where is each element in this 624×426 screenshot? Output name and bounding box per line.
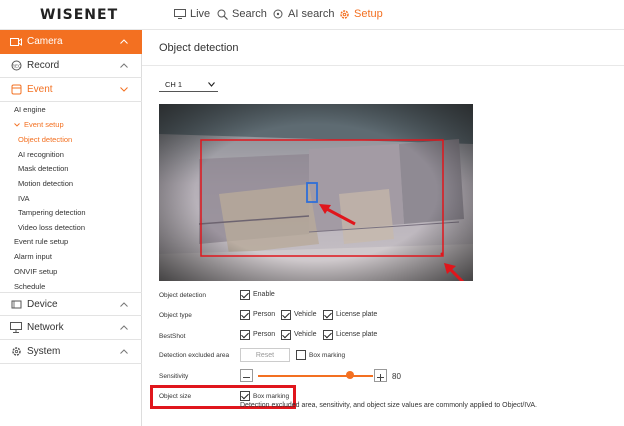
sidebar-section-camera-label: Camera (27, 36, 63, 47)
sensitivity-value: 80 (392, 372, 401, 381)
event-icon (10, 84, 22, 96)
sidebar-item-onvif-setup[interactable]: ONVIF setup (14, 267, 57, 276)
bestshot-vehicle-checkbox[interactable] (281, 330, 291, 340)
sidebar-item-ai-engine[interactable]: AI engine (14, 105, 46, 114)
sidebar-item-tampering-detection[interactable]: Tampering detection (18, 208, 86, 217)
sidebar-item-schedule[interactable]: Schedule (14, 282, 45, 291)
nav-search[interactable]: Search (217, 8, 267, 20)
gear-icon (340, 9, 349, 19)
svg-text:REC: REC (11, 63, 21, 68)
page-title: Object detection (159, 42, 239, 54)
bestshot-person-label: Person (253, 331, 276, 338)
object-type-vehicle-checkbox[interactable] (281, 310, 291, 320)
info-note: Detection excluded area, sensitivity, an… (240, 402, 538, 409)
sidebar-item-ai-recognition[interactable]: AI recognition (18, 150, 64, 159)
plus-icon (377, 374, 384, 381)
sidebar-section-network-label: Network (27, 322, 64, 333)
sidebar-item-object-detection[interactable]: Object detection (18, 135, 72, 144)
sidebar-section-device-label: Device (27, 298, 58, 310)
nav-setup-label: Setup (354, 8, 383, 20)
chevron-down-icon (208, 82, 215, 87)
sensitivity-slider-track[interactable] (258, 375, 373, 377)
nav-ai-search-label: AI search (288, 8, 335, 20)
bestshot-license-plate-checkbox[interactable] (323, 330, 333, 340)
sidebar-item-alarm-input[interactable]: Alarm input (14, 252, 52, 261)
sensitivity-label: Sensitivity (159, 373, 189, 380)
object-type-vehicle-label: Vehicle (294, 311, 317, 318)
minus-icon (243, 377, 250, 378)
sensitivity-decrease-button[interactable] (240, 369, 253, 382)
sidebar-item-event-setup-label: Event setup (24, 120, 64, 129)
sensitivity-increase-button[interactable] (374, 369, 387, 382)
video-preview[interactable] (159, 104, 473, 281)
chevron-up-icon (120, 301, 128, 307)
chevron-down-icon (120, 87, 128, 92)
top-bar: WISENET Live Search AI search Setup (0, 0, 624, 30)
search-icon (217, 9, 228, 20)
chevron-up-icon (120, 39, 128, 44)
chevron-down-icon (14, 123, 20, 127)
network-icon (10, 322, 22, 334)
nav-ai-search[interactable]: AI search (273, 8, 334, 20)
sidebar-item-event-rule-setup[interactable]: Event rule setup (14, 237, 68, 246)
sidebar-section-event-label: Event (27, 84, 53, 95)
sidebar-item-motion-detection[interactable]: Motion detection (18, 179, 73, 188)
ai-search-icon (273, 9, 283, 18)
bestshot-person-checkbox[interactable] (240, 330, 250, 340)
object-type-license-plate-label: License plate (336, 311, 378, 318)
object-type-license-plate-checkbox[interactable] (323, 310, 333, 320)
object-detection-label: Object detection (159, 292, 206, 299)
sensitivity-slider-thumb[interactable] (346, 371, 354, 379)
enable-checkbox[interactable] (240, 290, 250, 300)
sidebar-item-mask-detection[interactable]: Mask detection (18, 164, 68, 173)
nav-setup[interactable]: Setup (339, 8, 383, 20)
enable-label: Enable (253, 291, 275, 298)
monitor-icon (174, 9, 186, 19)
sidebar-item-video-loss-detection[interactable]: Video loss detection (18, 223, 85, 232)
detection-excluded-area-label: Detection excluded area (159, 352, 230, 359)
title-divider (142, 65, 624, 66)
record-icon: REC (10, 60, 22, 72)
channel-select-value: CH 1 (165, 80, 183, 89)
reset-button[interactable]: Reset (240, 348, 290, 362)
sidebar-section-system[interactable]: System (0, 340, 142, 364)
sidebar-item-iva[interactable]: IVA (18, 194, 30, 203)
channel-select[interactable]: CH 1 (159, 78, 218, 92)
camera-icon (10, 36, 22, 48)
nav-live[interactable]: Live (174, 8, 210, 20)
bestshot-vehicle-label: Vehicle (294, 331, 317, 338)
chevron-up-icon (120, 325, 128, 330)
sidebar: Camera REC Record Event AI engine Event … (0, 30, 142, 426)
object-type-person-label: Person (253, 311, 276, 318)
system-icon (10, 346, 22, 358)
sidebar-section-device[interactable]: Device (0, 292, 142, 316)
sidebar-item-event-setup[interactable]: Event setup (14, 120, 64, 129)
device-icon (10, 298, 22, 310)
bestshot-license-plate-label: License plate (336, 331, 378, 338)
sidebar-section-record[interactable]: REC Record (0, 54, 142, 78)
chevron-up-icon (120, 63, 128, 68)
bestshot-label: BestShot (159, 333, 186, 340)
excluded-box-marking-label: Box marking (309, 352, 346, 359)
sidebar-section-record-label: Record (27, 60, 60, 71)
object-type-person-checkbox[interactable] (240, 310, 250, 320)
nav-live-label: Live (190, 8, 211, 20)
sidebar-section-event[interactable]: Event (0, 78, 142, 102)
camera-scene (159, 104, 473, 281)
object-type-label: Object type (159, 312, 192, 319)
sidebar-section-camera[interactable]: Camera (0, 30, 142, 54)
nav-search-label: Search (232, 8, 267, 20)
sidebar-section-system-label: System (27, 346, 61, 357)
excluded-box-marking-checkbox[interactable] (296, 350, 306, 360)
chevron-up-icon (120, 349, 128, 354)
wisenet-logo: WISENET (40, 7, 119, 23)
sidebar-section-network[interactable]: Network (0, 316, 142, 340)
